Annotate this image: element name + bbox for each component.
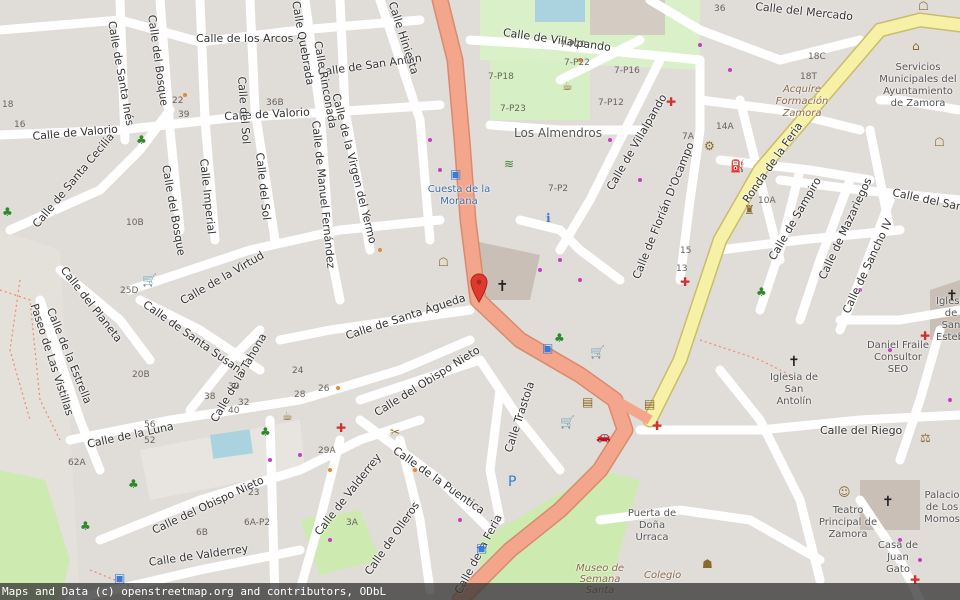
pharmacy-icon: ✚ xyxy=(336,421,347,435)
attribution-bar: Maps and Data (c) openstreetmap.org and … xyxy=(0,583,960,600)
pharmacy-icon: ✚ xyxy=(666,95,677,109)
house-number: 62A xyxy=(68,458,86,468)
place-label: Daniel Fraile Consultor SEO xyxy=(866,340,930,375)
house-number: 14A xyxy=(716,122,734,132)
house-number: 40 xyxy=(228,406,240,416)
house-number: 7-P20 xyxy=(560,40,586,50)
cafe-icon: ☕ xyxy=(562,79,573,93)
house-number: 32 xyxy=(238,398,250,408)
pharmacy-icon: ✚ xyxy=(920,329,931,343)
place-label: Puerta de Doña Urraca xyxy=(627,508,677,543)
house-number: 15 xyxy=(680,246,692,256)
bus-stop-icon: ▣ xyxy=(450,167,462,181)
swimming-icon: ≋ xyxy=(504,157,515,171)
church-icon: ✝ xyxy=(882,494,894,510)
house-number: 26 xyxy=(318,384,330,394)
house-number: 38 xyxy=(204,392,216,402)
place-label: Iglesia de San Antolín xyxy=(769,372,819,407)
house-number: 22 xyxy=(172,96,184,106)
house-number: 29A xyxy=(318,446,336,456)
house-number: 6A-P2 xyxy=(244,518,271,528)
house-number: 16 xyxy=(14,120,26,130)
courthouse-icon: ⚖ xyxy=(920,431,931,445)
place-label: Cuesta de la Morana xyxy=(427,184,491,207)
car-icon: 🚗 xyxy=(596,429,611,443)
fuel-icon: ⛽ xyxy=(730,159,745,173)
house-number: 7-P22 xyxy=(564,58,590,68)
place-label: Teatro Principal de Zamora xyxy=(818,505,878,540)
house-number: 36B xyxy=(266,98,284,108)
attribution-text: Maps and Data (c) openstreetmap.org and … xyxy=(2,585,387,598)
bus-stop-icon: ▣ xyxy=(542,341,554,355)
house-number: 18T xyxy=(800,72,817,82)
map-view[interactable]: Calle de los Arcos Calle de San Antón Ca… xyxy=(0,0,960,600)
car-repair-icon: ⚙ xyxy=(704,139,715,153)
playground-icon: ♣ xyxy=(128,477,139,491)
house-number: 10A xyxy=(758,196,776,206)
house-number: 18 xyxy=(2,100,14,110)
shop-icon: 🛒 xyxy=(142,273,157,287)
place-label: Palacio de Los Momos xyxy=(924,490,960,525)
house-number: 10B xyxy=(126,218,144,228)
playground-icon: ♣ xyxy=(80,519,91,533)
parking-icon: P xyxy=(508,474,517,490)
house-number: 7-P23 xyxy=(500,104,526,114)
people-icon: ☖ xyxy=(438,255,449,269)
church-icon: ✝ xyxy=(946,288,958,304)
house-number: 7A xyxy=(682,132,694,142)
pharmacy-icon: ✚ xyxy=(680,275,691,289)
monument-icon: ♜ xyxy=(744,203,755,217)
playground-icon: ♣ xyxy=(260,425,271,439)
playground-icon: ♣ xyxy=(756,285,767,299)
playground-icon: ♣ xyxy=(136,133,147,147)
bank-icon: ▤ xyxy=(644,397,656,411)
house-number: 25D xyxy=(120,286,139,296)
church-icon: ✝ xyxy=(788,354,800,370)
hairdresser-icon: ✂ xyxy=(390,425,401,439)
place-label: Acquire Formación Zamora xyxy=(775,84,829,119)
place-label: Servicios Municipales del Ayuntamiento d… xyxy=(879,62,957,109)
house-number: 13 xyxy=(676,264,688,274)
house-number: 7-P16 xyxy=(614,66,640,76)
museum-icon: ☗ xyxy=(702,557,713,571)
shop-icon: 🛒 xyxy=(560,415,575,429)
house-number: 52 xyxy=(144,436,156,446)
house-number: 24 xyxy=(292,366,304,376)
townhall-icon: ⌂ xyxy=(912,39,920,53)
house-number: 28 xyxy=(294,390,306,400)
shop-icon: 🛒 xyxy=(590,345,605,359)
house-number: 23 xyxy=(248,488,260,498)
house-number: 36 xyxy=(714,4,726,14)
street-label: Calle de los Arcos xyxy=(196,32,294,45)
house-number: 18C xyxy=(808,52,826,62)
church-icon: ✝ xyxy=(496,277,509,295)
place-label: Los Almendros xyxy=(514,126,602,140)
pharmacy-icon: ✚ xyxy=(652,419,663,433)
house-number: 30 xyxy=(228,382,240,392)
theatre-icon: ☺ xyxy=(838,485,851,499)
house-number: 56 xyxy=(144,420,156,430)
playground-icon: ♣ xyxy=(2,205,13,219)
cafe-icon: ☕ xyxy=(282,409,293,423)
bank-icon: ▤ xyxy=(582,395,594,409)
info-icon: ℹ xyxy=(546,211,551,225)
house-number: 7-P18 xyxy=(488,72,514,82)
house-number: 3A xyxy=(346,518,358,528)
house-number: 6B xyxy=(196,528,208,538)
street-label: Calle del Riego xyxy=(820,424,903,437)
place-label: Casa de Juan Gato xyxy=(877,540,919,575)
place-label: Colegio xyxy=(644,570,682,581)
house-number: 20B xyxy=(132,370,150,380)
people-icon: ☖ xyxy=(934,135,945,149)
bus-stop-icon: ▣ xyxy=(476,541,488,555)
house-number: 7-P12 xyxy=(598,98,624,108)
water xyxy=(535,0,585,22)
house-number: 39 xyxy=(178,110,190,120)
playground-icon: ♣ xyxy=(554,331,565,345)
house-number: 7-P2 xyxy=(548,184,569,194)
people-icon: ☖ xyxy=(918,0,929,13)
